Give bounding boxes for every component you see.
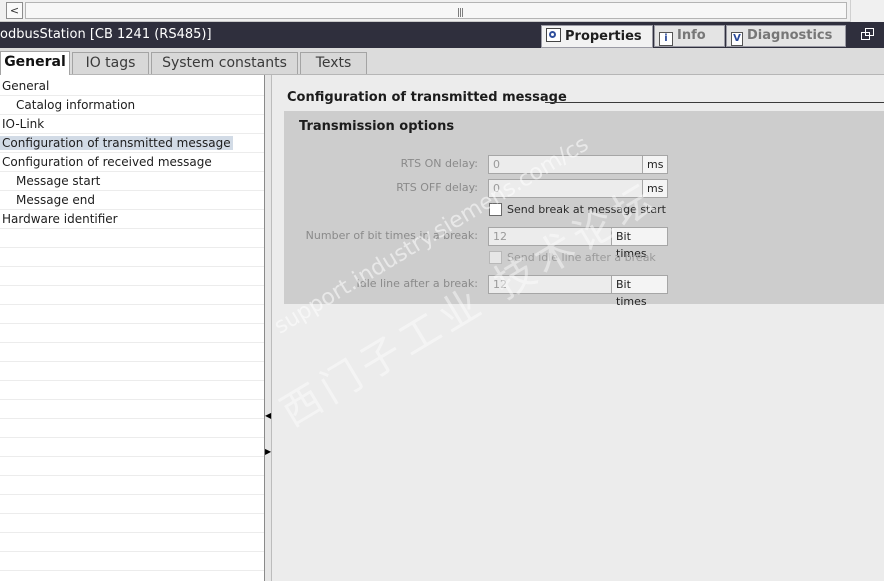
collapse-left-arrow-icon[interactable]: ◀ — [265, 410, 271, 422]
send-idle-line-label: Send idle line after a break — [507, 251, 656, 264]
tab-general[interactable]: General — [0, 51, 70, 75]
rts-off-delay-label: RTS OFF delay: — [396, 181, 478, 194]
rts-on-delay-field[interactable]: ms — [488, 155, 668, 174]
tab-properties[interactable]: Properties — [541, 25, 653, 48]
inspector-title-bar: odbusStation [CB 1241 (RS485)] Propertie… — [0, 22, 884, 48]
nav-item-label: Catalog information — [16, 98, 136, 112]
properties-window: < ||| odbusStation [CB 1241 (RS485)] Pro… — [0, 0, 884, 581]
nav-empty-row — [0, 400, 264, 419]
send-break-label: Send break at message start — [507, 203, 666, 216]
rts-on-delay-unit: ms — [642, 156, 667, 173]
scroll-track[interactable]: ||| — [25, 2, 847, 19]
pane-splitter[interactable]: ◀ ▶ — [264, 75, 272, 581]
rts-off-delay-field[interactable]: ms — [488, 179, 668, 198]
nav-item-label: Configuration of received message — [2, 155, 212, 169]
nav-item-catalog-information[interactable]: Catalog information — [0, 96, 264, 115]
info-icon: i — [659, 32, 673, 46]
rts-off-delay-input[interactable] — [489, 180, 641, 197]
nav-item-label: Hardware identifier — [2, 212, 118, 226]
nav-item-label: Configuration of transmitted message — [0, 136, 233, 150]
send-idle-line-checkbox-box[interactable] — [489, 251, 502, 264]
section-divider — [545, 102, 884, 103]
idle-line-input[interactable] — [489, 276, 609, 293]
transmission-options-group: Transmission options RTS ON delay: ms RT… — [284, 111, 884, 308]
bit-times-label: Number of bit times in a break: — [305, 229, 478, 242]
tab-info-label: Info — [677, 28, 706, 43]
nav-item-io-link[interactable]: IO-Link — [0, 115, 264, 134]
section-title: Configuration of transmitted message — [287, 90, 567, 105]
nav-empty-row — [0, 381, 264, 400]
diagnostics-icon: V — [731, 32, 743, 46]
nav-item-hardware-identifier[interactable]: Hardware identifier — [0, 210, 264, 229]
nav-empty-row — [0, 533, 264, 552]
nav-item-message-end[interactable]: Message end — [0, 191, 264, 210]
nav-empty-row — [0, 286, 264, 305]
nav-empty-row — [0, 229, 264, 248]
nav-item-label: IO-Link — [2, 117, 45, 131]
nav-item-general[interactable]: General — [0, 77, 264, 96]
nav-item-label: General — [2, 79, 50, 93]
device-title: odbusStation [CB 1241 (RS485)] — [0, 27, 212, 42]
send-break-checkbox[interactable]: Send break at message start — [489, 203, 666, 216]
nav-empty-row — [0, 267, 264, 286]
rts-on-delay-input[interactable] — [489, 156, 641, 173]
send-idle-line-checkbox[interactable]: Send idle line after a break — [489, 251, 656, 264]
nav-item-configuration-received[interactable]: Configuration of received message — [0, 153, 264, 172]
restore-window-icon[interactable] — [861, 28, 877, 42]
nav-item-configuration-transmitted[interactable]: Configuration of transmitted message — [0, 134, 264, 153]
nav-item-label: Message end — [16, 193, 96, 207]
bit-times-field[interactable]: Bit times — [488, 227, 668, 260]
nav-empty-row — [0, 305, 264, 324]
tab-diagnostics[interactable]: V Diagnostics — [726, 25, 846, 47]
bit-times-unit: Bit times — [611, 228, 667, 260]
tab-info[interactable]: i Info — [654, 25, 725, 47]
properties-icon — [546, 28, 561, 42]
idle-line-label: Idle line after a break: — [356, 277, 479, 290]
send-break-checkbox-box[interactable] — [489, 203, 502, 216]
nav-empty-row — [0, 514, 264, 533]
nav-item-message-start[interactable]: Message start — [0, 172, 264, 191]
idle-line-unit: Bit times — [611, 276, 667, 308]
nav-empty-row — [0, 324, 264, 343]
expand-right-arrow-icon[interactable]: ▶ — [265, 446, 271, 458]
tab-system-constants[interactable]: System constants — [151, 52, 298, 74]
tab-texts[interactable]: Texts — [300, 52, 367, 74]
rts-on-delay-label: RTS ON delay: — [400, 157, 478, 170]
bit-times-input[interactable] — [489, 228, 609, 245]
navigation-tree: General Catalog information IO-Link Conf… — [0, 75, 264, 581]
tab-io-tags[interactable]: IO tags — [72, 52, 149, 74]
nav-empty-row — [0, 362, 264, 381]
horizontal-scrollbar[interactable]: < ||| — [0, 0, 884, 22]
nav-empty-row — [0, 495, 264, 514]
scroll-corner — [850, 0, 884, 22]
group-title: Transmission options — [299, 119, 455, 134]
nav-item-label: Message start — [16, 174, 101, 188]
nav-empty-row — [0, 343, 264, 362]
rts-off-delay-unit: ms — [642, 180, 667, 197]
scroll-grip-icon[interactable]: ||| — [457, 8, 467, 18]
idle-line-field[interactable]: Bit times — [488, 275, 668, 308]
tab-properties-label: Properties — [565, 29, 642, 44]
tab-diagnostics-label: Diagnostics — [747, 28, 833, 43]
nav-empty-row — [0, 419, 264, 438]
nav-empty-row — [0, 457, 264, 476]
subtab-bar: General IO tags System constants Texts — [0, 48, 884, 75]
nav-empty-row — [0, 476, 264, 495]
settings-panel: Configuration of transmitted message Tra… — [273, 75, 884, 581]
nav-empty-row — [0, 552, 264, 571]
nav-empty-row — [0, 248, 264, 267]
scroll-left-arrow-icon[interactable]: < — [6, 2, 23, 19]
nav-empty-row — [0, 438, 264, 457]
